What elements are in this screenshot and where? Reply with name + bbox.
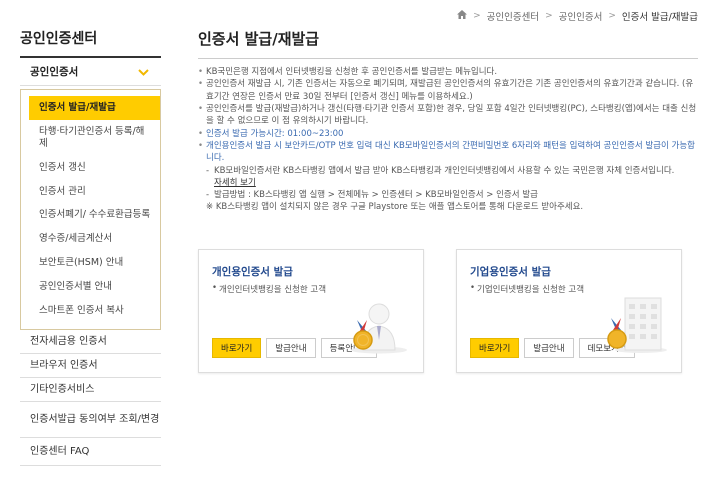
personal-cert-card: 개인용인증서 발급 개인인터넷뱅킹을 신청한 고객 바로가기 발급안내 등록안내… — [198, 249, 424, 373]
goto-button[interactable]: 바로가기 — [212, 338, 262, 358]
sidebar-category-label: 공인인증서 — [30, 66, 79, 78]
sidebar: 공인인증센터 공인인증서 인증서 발급/재발급 타행·타기관인증서 등록/해제 … — [20, 28, 161, 466]
card-title: 개인용인증서 발급 — [212, 266, 293, 278]
breadcrumb-separator: > — [473, 11, 481, 21]
notice-details: KB모바일인증서란 KB스타뱅킹 앱에서 발급 받아 KB스타뱅킹과 개인인터넷… — [198, 165, 698, 214]
hours-line: 인증서 발급 가능시간: 01:00~23:00 — [198, 128, 698, 141]
sidebar-submenu: 인증서 발급/재발급 타행·타기관인증서 등록/해제 인증서 갱신 인증서 관리… — [20, 89, 161, 330]
breadcrumb-separator: > — [545, 11, 553, 21]
breadcrumb-item[interactable]: 공인인증센터 — [487, 9, 539, 23]
breadcrumb-current: 인증서 발급/재발급 — [621, 12, 698, 23]
issue-guide-button[interactable]: 발급안내 — [266, 338, 316, 358]
desc-line: KB국민은행 지점에서 인터넷뱅킹을 신청한 후 공인인증서를 발급받는 메뉴입… — [198, 66, 698, 79]
sidebar-item-faq[interactable]: 인증센터 FAQ — [20, 438, 161, 466]
sidebar-sub-item-guide[interactable]: 공인인증서별 안내 — [29, 275, 152, 299]
details-link[interactable]: 자세히 보기 — [214, 177, 256, 189]
sidebar-item-other-service[interactable]: 기타인증서비스 — [20, 378, 161, 402]
card-title: 기업용인증서 발급 — [470, 266, 551, 278]
sidebar-category[interactable]: 공인인증서 — [20, 58, 161, 86]
sidebar-sub-item-revoke[interactable]: 인증서폐기/ 수수료환급등록 — [29, 203, 152, 227]
main-content: 인증서 발급/재발급 KB국민은행 지점에서 인터넷뱅킹을 신청한 후 공인인증… — [198, 28, 698, 373]
cards: 개인용인증서 발급 개인인터넷뱅킹을 신청한 고객 바로가기 발급안내 등록안내… — [198, 249, 698, 373]
notice-line: 개인용인증서 발급 시 보안카드/OTP 번호 입력 대신 KB모바일인증서의 … — [198, 140, 698, 165]
notice-note: ※ KB스타뱅킹 앱이 설치되지 않은 경우 구글 Playstore 또는 애… — [206, 202, 584, 213]
sidebar-item-browser[interactable]: 브라우저 인증서 — [20, 354, 161, 378]
sidebar-item-consent[interactable]: 인증서발급 동의여부 조회/변경 — [20, 402, 161, 438]
description: KB국민은행 지점에서 인터넷뱅킹을 신청한 후 공인인증서를 발급받는 메뉴입… — [198, 66, 698, 214]
issue-guide-button[interactable]: 발급안내 — [524, 338, 574, 358]
sidebar-sub-item-manage[interactable]: 인증서 관리 — [29, 180, 152, 204]
sidebar-sub-item-hsm[interactable]: 보안토큰(HSM) 안내 — [29, 251, 152, 275]
breadcrumb: > 공인인증센터 > 공인인증서 > 인증서 발급/재발급 — [457, 9, 698, 23]
corporate-cert-card: 기업용인증서 발급 기업인터넷뱅킹을 신청한 고객 바로가기 발급안내 데모보기… — [456, 249, 682, 373]
notice-sub-line: 발급방법 : KB스타뱅킹 앱 실행 > 전체메뉴 > 인증센터 > KB모바일… — [206, 189, 698, 202]
sidebar-item-tax[interactable]: 전자세금용 인증서 — [20, 330, 161, 354]
sidebar-sub-item-issue[interactable]: 인증서 발급/재발급 — [29, 96, 160, 120]
desc-line: 공인인증서를 발급(재발급)하거나 갱신(타행·타기관 인증서 포함)한 경우,… — [198, 103, 698, 128]
breadcrumb-item[interactable]: 공인인증서 — [559, 9, 603, 23]
chevron-down-icon — [138, 65, 149, 79]
page-title: 인증서 발급/재발급 — [198, 28, 698, 59]
sidebar-title: 공인인증센터 — [20, 28, 161, 58]
breadcrumb-home-icon[interactable] — [457, 10, 468, 22]
sidebar-sub-item-receipt[interactable]: 영수증/세금계산서 — [29, 227, 152, 251]
sidebar-sub-item-smartphone[interactable]: 스마트폰 인증서 복사 — [29, 299, 152, 323]
goto-button[interactable]: 바로가기 — [470, 338, 520, 358]
sidebar-sub-item-other-cert[interactable]: 타행·타기관인증서 등록/해제 — [29, 120, 152, 156]
person-medal-illustration — [349, 294, 411, 358]
breadcrumb-separator: > — [608, 11, 616, 21]
notice-sub-line: KB모바일인증서란 KB스타뱅킹 앱에서 발급 받아 KB스타뱅킹과 개인인터넷… — [206, 165, 698, 178]
desc-line: 공인인증서 재발급 시, 기존 인증서는 자동으로 폐기되며, 재발급된 공인인… — [198, 78, 698, 103]
sidebar-sub-item-renew[interactable]: 인증서 갱신 — [29, 156, 152, 180]
building-medal-illustration — [607, 292, 669, 358]
